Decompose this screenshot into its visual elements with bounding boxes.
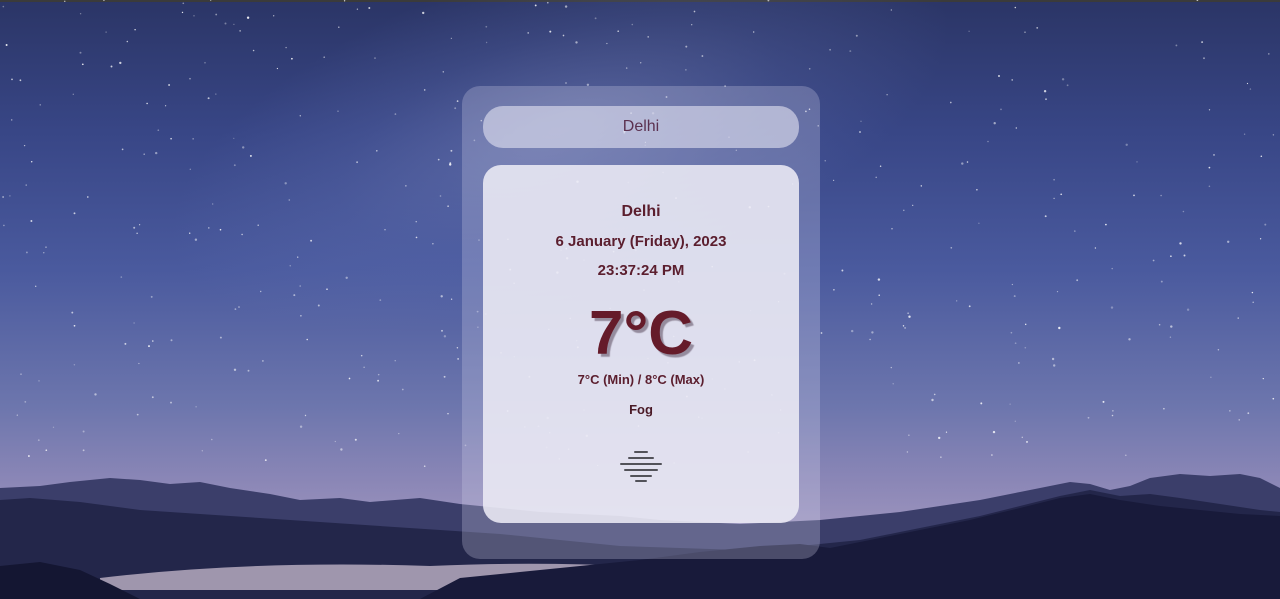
fog-icon — [620, 451, 662, 482]
min-max-temperature: 7°C (Min) / 8°C (Max) — [577, 372, 705, 387]
current-date: 6 January (Friday), 2023 — [555, 233, 727, 250]
weather-condition: Fog — [629, 402, 653, 417]
city-search-input[interactable] — [483, 106, 799, 148]
weather-app-panel: Delhi 6 January (Friday), 2023 23:37:24 … — [462, 86, 820, 559]
weather-card: Delhi 6 January (Friday), 2023 23:37:24 … — [483, 165, 799, 523]
current-time: 23:37:24 PM — [597, 262, 685, 279]
city-name: Delhi — [621, 203, 661, 220]
current-temperature: 7°C — [588, 299, 694, 368]
